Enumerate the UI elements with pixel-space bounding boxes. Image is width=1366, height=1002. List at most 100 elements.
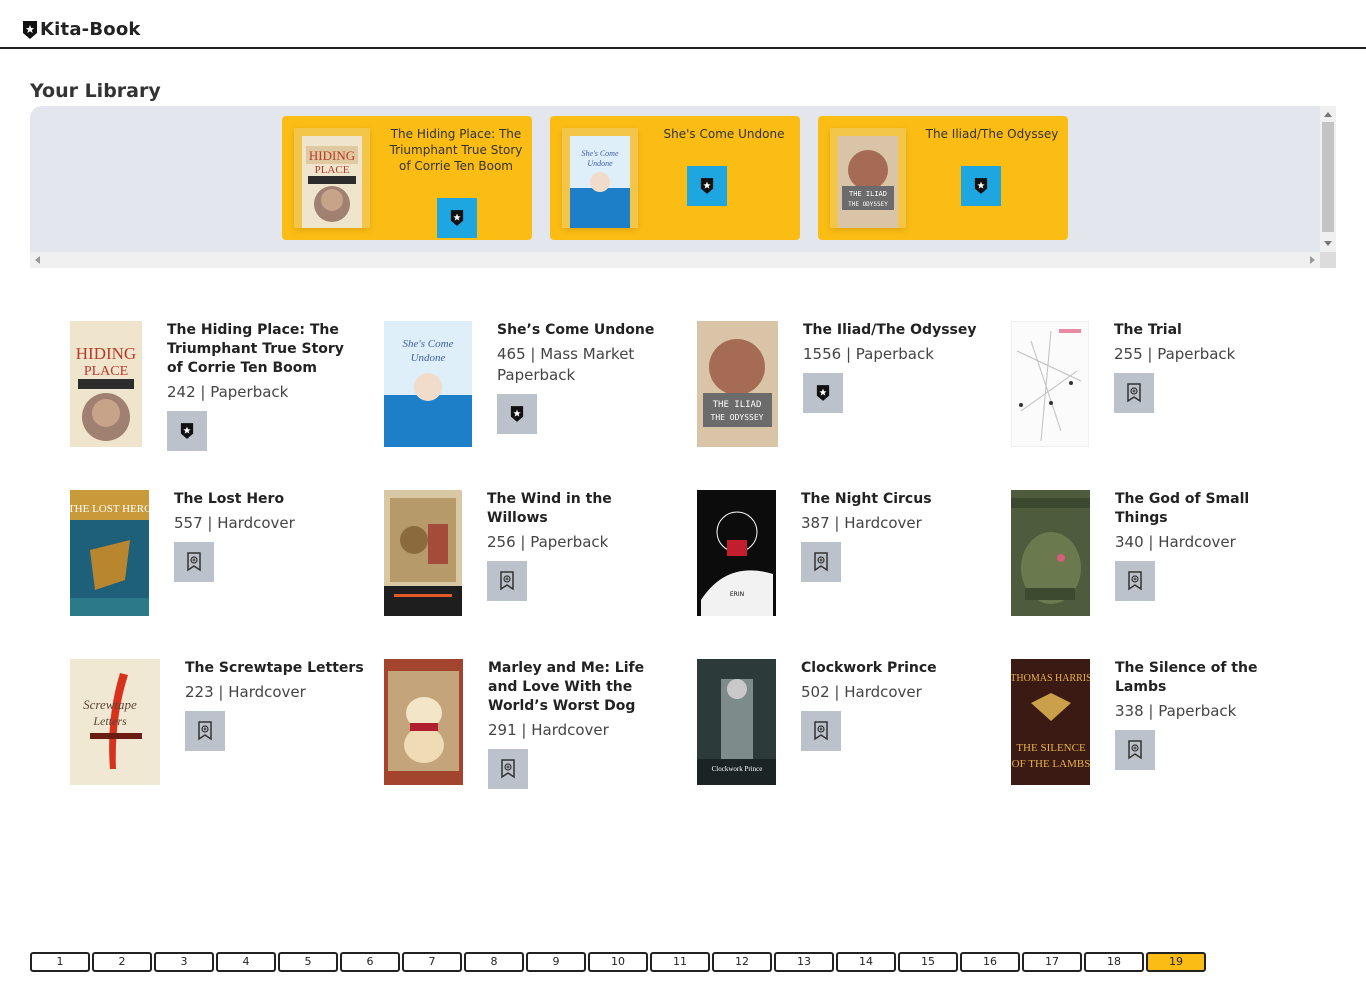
page-button-1[interactable]: 1 xyxy=(30,952,90,972)
book-title[interactable]: The Iliad/The Odyssey xyxy=(803,321,983,340)
add-to-library-button[interactable] xyxy=(1114,373,1154,413)
add-to-library-button[interactable] xyxy=(174,542,214,582)
book-meta: 223 | Hardcover xyxy=(185,683,306,701)
book-card: She's Come Undone She’s Come Undone 465 … xyxy=(384,321,684,451)
remove-from-library-button[interactable] xyxy=(167,411,207,451)
book-title[interactable]: Clockwork Prince xyxy=(801,659,981,678)
shield-star-icon xyxy=(700,178,714,194)
scroll-down-icon[interactable] xyxy=(1324,241,1332,246)
book-title[interactable]: The God of Small Things xyxy=(1115,490,1305,528)
remove-from-library-button[interactable] xyxy=(803,373,843,413)
svg-text:PLACE: PLACE xyxy=(84,364,128,379)
book-title[interactable]: The Wind in the Willows xyxy=(487,490,677,528)
remove-from-library-button[interactable] xyxy=(687,166,727,206)
page-button-4[interactable]: 4 xyxy=(216,952,276,972)
book-meta: 387 | Hardcover xyxy=(801,514,922,532)
page-button-5[interactable]: 5 xyxy=(278,952,338,972)
book-cover[interactable]: Clockwork Prince xyxy=(697,659,776,785)
page-button-18[interactable]: 18 xyxy=(1084,952,1144,972)
bookmark-add-icon xyxy=(198,721,212,741)
bookmark-add-icon xyxy=(187,552,201,572)
remove-from-library-button[interactable] xyxy=(961,166,1001,206)
brand[interactable]: Kita-Book xyxy=(22,19,141,40)
book-cover[interactable] xyxy=(1011,490,1090,616)
page-button-14[interactable]: 14 xyxy=(836,952,896,972)
book-title[interactable]: She’s Come Undone xyxy=(497,321,677,340)
scroll-up-icon[interactable] xyxy=(1324,112,1332,117)
book-cover[interactable] xyxy=(384,490,462,616)
svg-text:She's Come: She's Come xyxy=(403,338,454,350)
remove-from-library-button[interactable] xyxy=(497,394,537,434)
app-name: Kita-Book xyxy=(40,19,141,40)
book-info: The God of Small Things 340 | Hardcover xyxy=(1115,490,1305,601)
page-button-7[interactable]: 7 xyxy=(402,952,462,972)
book-title[interactable]: The Silence of the Lambs xyxy=(1115,659,1295,697)
page-button-19[interactable]: 19 xyxy=(1146,952,1206,972)
svg-text:THE LOST HERO: THE LOST HERO xyxy=(70,503,149,515)
book-cover[interactable]: THE LOST HERO xyxy=(70,490,149,616)
add-to-library-button[interactable] xyxy=(1115,561,1155,601)
library-title: Your Library xyxy=(30,80,161,102)
page-button-11[interactable]: 11 xyxy=(650,952,710,972)
book-title[interactable]: The Night Circus xyxy=(801,490,981,509)
book-meta: 502 | Hardcover xyxy=(801,683,922,701)
page-button-12[interactable]: 12 xyxy=(712,952,772,972)
book-title[interactable]: The Hiding Place: The Triumphant True St… xyxy=(167,321,357,378)
book-title[interactable]: The Trial xyxy=(1114,321,1294,340)
page-button-17[interactable]: 17 xyxy=(1022,952,1082,972)
library-card-title: She's Come Undone xyxy=(663,127,785,141)
book-meta: 255 | Paperback xyxy=(1114,345,1236,363)
book-cover[interactable]: HIDING PLACE xyxy=(70,321,142,447)
book-title[interactable]: The Screwtape Letters xyxy=(185,659,365,678)
scroll-right-icon[interactable] xyxy=(1310,256,1315,264)
page-button-13[interactable]: 13 xyxy=(774,952,834,972)
page-button-9[interactable]: 9 xyxy=(526,952,586,972)
remove-from-library-button[interactable] xyxy=(437,198,477,238)
book-cover[interactable]: She's Come Undone xyxy=(384,321,472,447)
page-button-15[interactable]: 15 xyxy=(898,952,958,972)
page-button-10[interactable]: 10 xyxy=(588,952,648,972)
horizontal-scrollbar[interactable] xyxy=(30,252,1320,268)
book-card: HIDING PLACE The Hiding Place: The Trium… xyxy=(70,321,370,451)
library-card-title: The Hiding Place: The Triumphant True St… xyxy=(389,127,523,173)
book-cover[interactable]: Screwtape Letters xyxy=(70,659,160,785)
add-to-library-button[interactable] xyxy=(488,749,528,789)
svg-text:Undone: Undone xyxy=(587,159,613,168)
svg-text:PLACE: PLACE xyxy=(315,164,350,176)
vertical-scrollbar[interactable] xyxy=(1320,106,1336,252)
page-button-6[interactable]: 6 xyxy=(340,952,400,972)
svg-text:Clockwork Prince: Clockwork Prince xyxy=(712,765,763,773)
svg-text:THE ODYSSEY: THE ODYSSEY xyxy=(711,413,764,422)
add-to-library-button[interactable] xyxy=(1115,730,1155,770)
book-cover[interactable] xyxy=(1011,321,1089,447)
book-meta: 465 | Mass Market Paperback xyxy=(497,345,635,384)
page-button-3[interactable]: 3 xyxy=(154,952,214,972)
shield-star-icon xyxy=(180,423,194,439)
svg-text:THE ODYSSEY: THE ODYSSEY xyxy=(848,201,888,208)
svg-text:Undone: Undone xyxy=(411,352,446,364)
book-title[interactable]: The Lost Hero xyxy=(174,490,354,509)
book-card: The Trial 255 | Paperback xyxy=(1011,321,1311,451)
scroll-left-icon[interactable] xyxy=(35,256,40,264)
book-cover[interactable]: THE ILIAD THE ODYSSEY xyxy=(697,321,778,447)
add-to-library-button[interactable] xyxy=(801,542,841,582)
scroll-thumb[interactable] xyxy=(1322,122,1334,232)
page-button-8[interactable]: 8 xyxy=(464,952,524,972)
book-cover[interactable]: THOMAS HARRIS THE SILENCE OF THE LAMBS xyxy=(1011,659,1090,785)
add-to-library-button[interactable] xyxy=(185,711,225,751)
book-meta: 256 | Paperback xyxy=(487,533,609,551)
book-cover[interactable]: ERIN xyxy=(697,490,776,616)
svg-text:She's Come: She's Come xyxy=(581,149,618,158)
add-to-library-button[interactable] xyxy=(487,561,527,601)
book-title[interactable]: Marley and Me: Life and Love With the Wo… xyxy=(488,659,678,716)
svg-text:OF THE LAMBS: OF THE LAMBS xyxy=(1012,758,1090,770)
svg-text:HIDING: HIDING xyxy=(76,344,136,363)
book-info: The Hiding Place: The Triumphant True St… xyxy=(167,321,357,451)
book-info: The Silence of the Lambs 338 | Paperback xyxy=(1115,659,1295,770)
book-cover[interactable] xyxy=(384,659,463,785)
page-button-16[interactable]: 16 xyxy=(960,952,1020,972)
library-card: She's Come Undone She's Come Undone xyxy=(550,116,800,240)
add-to-library-button[interactable] xyxy=(801,711,841,751)
book-info: The Night Circus 387 | Hardcover xyxy=(801,490,981,582)
page-button-2[interactable]: 2 xyxy=(92,952,152,972)
